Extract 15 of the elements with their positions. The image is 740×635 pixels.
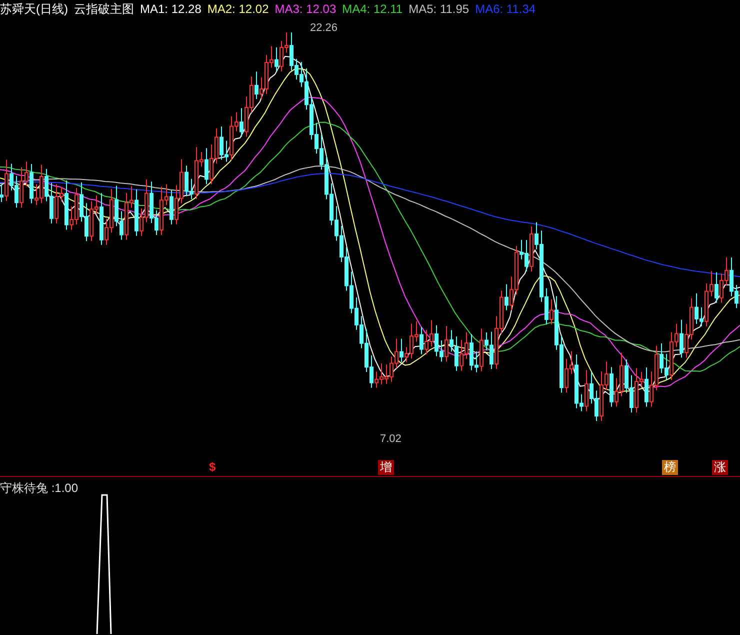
indicator-name: 云指破主图 — [74, 3, 134, 15]
moving-average-reading: MA2: 12.02 — [207, 3, 269, 15]
signal-marker: 涨 — [712, 460, 728, 475]
moving-average-reading: MA1: 12.28 — [140, 3, 202, 15]
signal-marker: $ — [208, 460, 217, 475]
signal-marker: 增 — [378, 460, 394, 475]
moving-average-reading: MA4: 12.11 — [342, 3, 403, 15]
moving-average-reading: MA3: 12.03 — [274, 3, 336, 15]
indicator-reading: 守株待兔 :1.00 — [0, 480, 78, 497]
stock-title: 苏舜天(日线) — [0, 3, 68, 15]
low-price-label: 7.02 — [380, 432, 402, 447]
moving-average-reading: MA5: 11.95 — [408, 3, 470, 15]
high-price-label: 22.26 — [310, 21, 338, 36]
moving-average-reading: MA6: 11.34 — [475, 3, 536, 15]
signal-marker: 榜 — [662, 460, 678, 475]
